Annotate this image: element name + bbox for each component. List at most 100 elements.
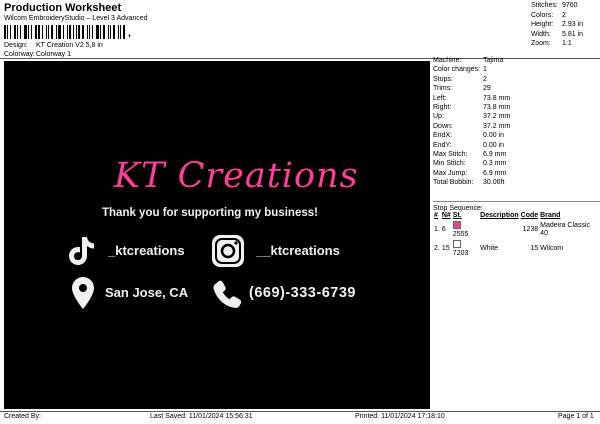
info-row: Max Stitch: 6.9 mm — [433, 151, 510, 160]
needle-number: 15 — [441, 244, 450, 252]
info-row: Min Stitch: 0.3 mm — [433, 160, 510, 169]
col-header: Description — [480, 212, 519, 219]
col-header: Brand — [540, 212, 561, 219]
info-label: Trims: — [433, 85, 453, 93]
info-row: Down: 37.2 mm — [433, 123, 510, 132]
barcode-bar — [16, 25, 18, 39]
info-row: Left: 73.8 mm — [433, 95, 510, 104]
info-row: Stops: 2 — [433, 76, 510, 85]
stop-number: 1. — [434, 225, 440, 233]
info-label: Right: — [433, 103, 452, 111]
thread-brand: Madeira Classic 40 — [540, 221, 590, 238]
barcode-bar — [96, 25, 100, 39]
thread-code: 1238 — [522, 225, 539, 233]
barcode-bar — [6, 25, 8, 39]
brand-text: KT Creations — [114, 156, 359, 196]
barcode-bar — [37, 25, 40, 39]
barcode-bar — [92, 25, 94, 39]
col-header: Code — [520, 212, 539, 219]
info-label: Up: — [433, 113, 444, 121]
info-value: 73.8 mm — [483, 94, 511, 102]
info-value: 2 — [483, 75, 487, 83]
barcode-bar — [55, 25, 57, 39]
thread-brand: Wilcom — [540, 244, 564, 252]
page-title: Production Worksheet — [4, 2, 122, 14]
stat-value: 5.81 in — [562, 30, 584, 38]
barcode — [4, 25, 128, 39]
tagline-text: Thank you for supporting my business! — [102, 207, 318, 219]
info-label: Machine: — [433, 57, 462, 64]
barcode-bar — [66, 25, 68, 39]
design-row: Design: KT Creation V2 5,8 in — [4, 42, 103, 49]
info-row: Max Jump: 6.9 mm — [433, 170, 510, 179]
barcode-bar — [120, 25, 122, 39]
needle-number: 6 — [441, 225, 446, 233]
barcode-bar — [27, 25, 29, 39]
info-row: Up: 37.2 mm — [433, 113, 510, 122]
barcode-bar — [108, 25, 110, 39]
stitch-count: 2555 — [452, 231, 469, 238]
info-label: Total Bobbin: — [433, 179, 474, 187]
barcode-bar — [13, 25, 16, 39]
barcode-bar — [123, 25, 126, 39]
last-saved: Last Saved: 11/01/2024 15:56:31 — [150, 413, 253, 420]
page-number: Page 1 of 1 — [558, 413, 594, 420]
design-value: KT Creation V2 5,8 in — [36, 42, 103, 49]
barcode-bar — [113, 25, 116, 39]
info-row: Color changes: 1 — [433, 66, 510, 75]
table-header-row: # N# St. Description Code Brand — [433, 212, 600, 221]
stop-divider — [433, 201, 600, 202]
barcode-bar — [62, 25, 64, 39]
stop-number: 2. — [434, 244, 440, 252]
color-swatch — [452, 220, 461, 229]
stat-label: Colors: — [531, 11, 554, 19]
stat-value: 9760 — [562, 2, 578, 9]
barcode-bar — [50, 25, 53, 39]
barcode-bar — [78, 25, 81, 39]
col-header: St. — [452, 212, 462, 219]
info-label: Down: — [433, 122, 453, 130]
info-label: Min Stitch: — [433, 160, 466, 168]
barcode-mark: , — [128, 28, 131, 39]
info-value: 6.9 mm — [483, 150, 507, 158]
stat-row: Colors: 2 — [531, 12, 583, 22]
barcode-bar — [57, 25, 61, 39]
barcode-bar — [89, 25, 91, 39]
stitch-count: 7203 — [452, 250, 469, 257]
stat-label: Zoom: — [531, 40, 551, 47]
stat-label: Width: — [531, 30, 551, 38]
barcode-bar — [23, 25, 27, 39]
info-value: 29 — [483, 85, 491, 93]
info-value: 6.9 mm — [483, 169, 507, 177]
info-value: 0.00 in — [483, 132, 505, 140]
barcode-bar — [68, 25, 71, 39]
info-row: Right: 73.8 mm — [433, 104, 510, 113]
barcode-bar — [72, 25, 74, 39]
info-label: Stops: — [433, 75, 453, 83]
barcode-bar — [34, 25, 37, 39]
tiktok-icon — [69, 237, 94, 265]
barcode-bar — [87, 25, 89, 39]
barcode-bar — [103, 25, 106, 39]
stitch-cell: 7203 — [452, 239, 479, 259]
stitch-cell: 2555 — [452, 220, 479, 240]
description: White — [480, 244, 499, 252]
stat-label: Height: — [531, 21, 554, 28]
stat-value: 2.93 in — [562, 21, 584, 28]
barcode-bar — [4, 25, 6, 39]
stats-panel: Stitches: 9760 Colors: 2 Height: 2.93 in Wi… — [531, 2, 583, 50]
table-row: 1. 6 2555 1238 Madeira Classic 40 — [433, 220, 600, 240]
barcode-bar — [100, 25, 102, 39]
info-label: Left: — [433, 94, 447, 102]
info-value: 73.8 mm — [483, 103, 511, 111]
info-row: Trims: 29 — [433, 85, 510, 94]
stop-sequence-table: # N# St. Description Code Brand 1. 6 255… — [433, 212, 600, 259]
info-value: 30.06ft — [483, 179, 505, 187]
barcode-bar — [82, 25, 85, 39]
colorway-label: Colorway: — [4, 51, 36, 58]
phone-number: (669)-333-6739 — [249, 285, 356, 301]
stat-value: 2 — [562, 11, 566, 19]
barcode-bar — [110, 25, 112, 39]
barcode-bar — [45, 25, 47, 39]
info-row: Machine: Tajima — [433, 57, 510, 66]
